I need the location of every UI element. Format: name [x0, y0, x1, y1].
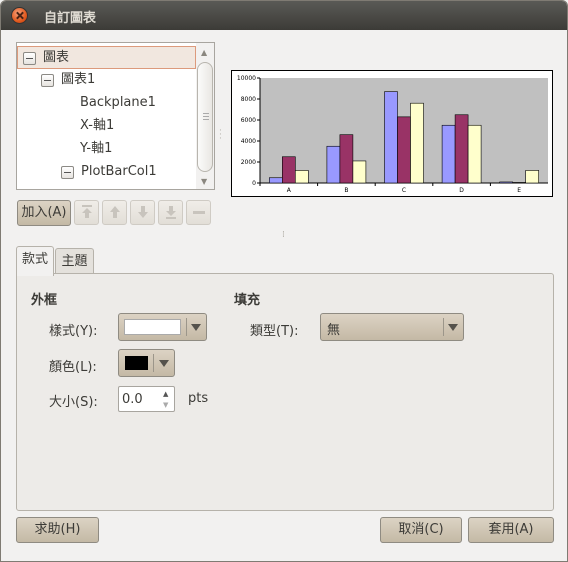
border-style-combo[interactable]: [118, 313, 207, 341]
bar: [294, 170, 309, 184]
collapse-icon[interactable]: [41, 74, 54, 87]
scroll-down-icon[interactable]: ▼: [201, 177, 207, 187]
collapse-icon[interactable]: [61, 166, 74, 179]
move-bottom-button[interactable]: [158, 200, 183, 225]
x-tick-label: E: [517, 187, 521, 194]
move-top-icon: [82, 205, 92, 218]
vertical-pane-handle[interactable]: ⁞: [282, 231, 285, 240]
fill-type-combo[interactable]: 無: [320, 313, 464, 341]
bar: [384, 91, 398, 184]
tree-item-label: PlotBarCol1: [81, 164, 157, 179]
size-input[interactable]: [122, 390, 158, 408]
chart-preview: 0 2000 4000 6000 8000 10000 A B C D E: [231, 70, 553, 197]
scroll-up-icon[interactable]: ▲: [201, 48, 207, 58]
tree-item-label: 圖表: [43, 50, 70, 65]
tree-item[interactable]: PlotBarCol1: [17, 161, 196, 184]
fill-type-label: 類型(T):: [250, 324, 299, 339]
chart-elements-tree: 圖表圖表1 Backplane1 X-軸1 Y-軸1 PlotBarCol1 ▲ ▼: [16, 42, 215, 190]
fill-section-title: 填充: [234, 293, 261, 308]
decrement-icon[interactable]: ▼: [163, 401, 168, 409]
chevron-down-icon: [191, 324, 201, 331]
y-tick-label: 6000: [241, 117, 256, 124]
border-section-title: 外框: [31, 293, 58, 308]
move-bottom-icon: [166, 206, 176, 219]
tab-theme[interactable]: 主題: [55, 248, 94, 275]
collapse-icon[interactable]: [23, 52, 36, 65]
bar: [467, 124, 482, 184]
move-down-button[interactable]: [130, 200, 155, 225]
add-button[interactable]: 加入(A): [17, 200, 71, 226]
x-tick-label: C: [402, 187, 406, 194]
y-tick-label: 10000: [237, 75, 256, 82]
y-tick-label: 4000: [241, 138, 256, 145]
tree-scrollbar[interactable]: ▲ ▼: [196, 43, 214, 189]
size-unit-label: pts: [188, 391, 209, 406]
scrollbar-thumb[interactable]: [197, 62, 213, 172]
bar: [454, 114, 469, 184]
tree-item[interactable]: 圖表: [17, 46, 196, 69]
window-title: 自訂圖表: [44, 11, 97, 26]
x-tick-label: B: [344, 187, 348, 194]
tree-item[interactable]: Y-軸1: [17, 138, 196, 161]
customize-chart-dialog: 自訂圖表 圖表圖表1 Backplane1 X-軸1 Y-軸1 PlotBarCol1 …: [0, 0, 568, 562]
chevron-down-icon: [159, 360, 169, 367]
tab-style[interactable]: 款式: [16, 246, 54, 276]
bar: [268, 177, 283, 184]
color-label: 顏色(L):: [49, 360, 97, 375]
fill-type-value: 無: [327, 323, 341, 338]
tree-item-label: X-軸1: [80, 118, 115, 133]
preview-bar-chart: 0 2000 4000 6000 8000 10000 A B C D E: [237, 75, 548, 194]
x-tick-label: A: [287, 187, 292, 194]
tree-item[interactable]: X-軸1: [17, 115, 196, 138]
apply-button[interactable]: 套用(A): [468, 517, 554, 543]
tree-item-label: 圖表1: [61, 72, 96, 87]
x-tick-label: D: [459, 187, 464, 194]
move-top-button[interactable]: [74, 200, 99, 225]
size-label: 大小(S):: [49, 395, 98, 410]
tree-list: 圖表圖表1 Backplane1 X-軸1 Y-軸1 PlotBarCol1: [17, 43, 196, 189]
bar: [281, 156, 296, 184]
tree-item-label: Y-軸1: [80, 141, 113, 156]
tree-item[interactable]: Backplane1: [17, 92, 196, 115]
move-down-icon: [138, 206, 148, 218]
help-button[interactable]: 求助(H): [16, 517, 99, 543]
cancel-button[interactable]: 取消(C): [380, 517, 462, 543]
y-tick-label: 0: [252, 180, 256, 187]
remove-button[interactable]: [186, 200, 211, 225]
bar: [441, 124, 456, 184]
bar: [512, 182, 527, 184]
y-tick-label: 2000: [241, 159, 256, 166]
move-up-icon: [110, 206, 120, 218]
bar: [352, 160, 367, 184]
title-bar: 自訂圖表: [1, 1, 567, 30]
bar: [397, 116, 411, 184]
remove-icon: [193, 211, 205, 214]
chevron-down-icon: [448, 324, 458, 331]
bar: [339, 134, 354, 184]
border-style-swatch: [124, 319, 181, 335]
pane-resize-handle[interactable]: · · ·: [219, 127, 222, 144]
bar: [326, 145, 341, 184]
border-color-swatch: [125, 356, 148, 370]
increment-icon[interactable]: ▲: [163, 390, 168, 398]
size-spinner[interactable]: ▲ ▼: [118, 386, 175, 412]
y-tick-label: 8000: [241, 96, 256, 103]
tree-item[interactable]: 圖表1: [17, 69, 196, 92]
move-up-button[interactable]: [102, 200, 127, 225]
bar: [525, 170, 540, 184]
tree-item-label: Backplane1: [80, 95, 156, 110]
border-color-button[interactable]: [118, 349, 175, 377]
bar: [410, 102, 424, 184]
close-icon[interactable]: [11, 7, 28, 24]
bar: [499, 181, 514, 184]
style-label: 樣式(Y):: [49, 324, 98, 339]
